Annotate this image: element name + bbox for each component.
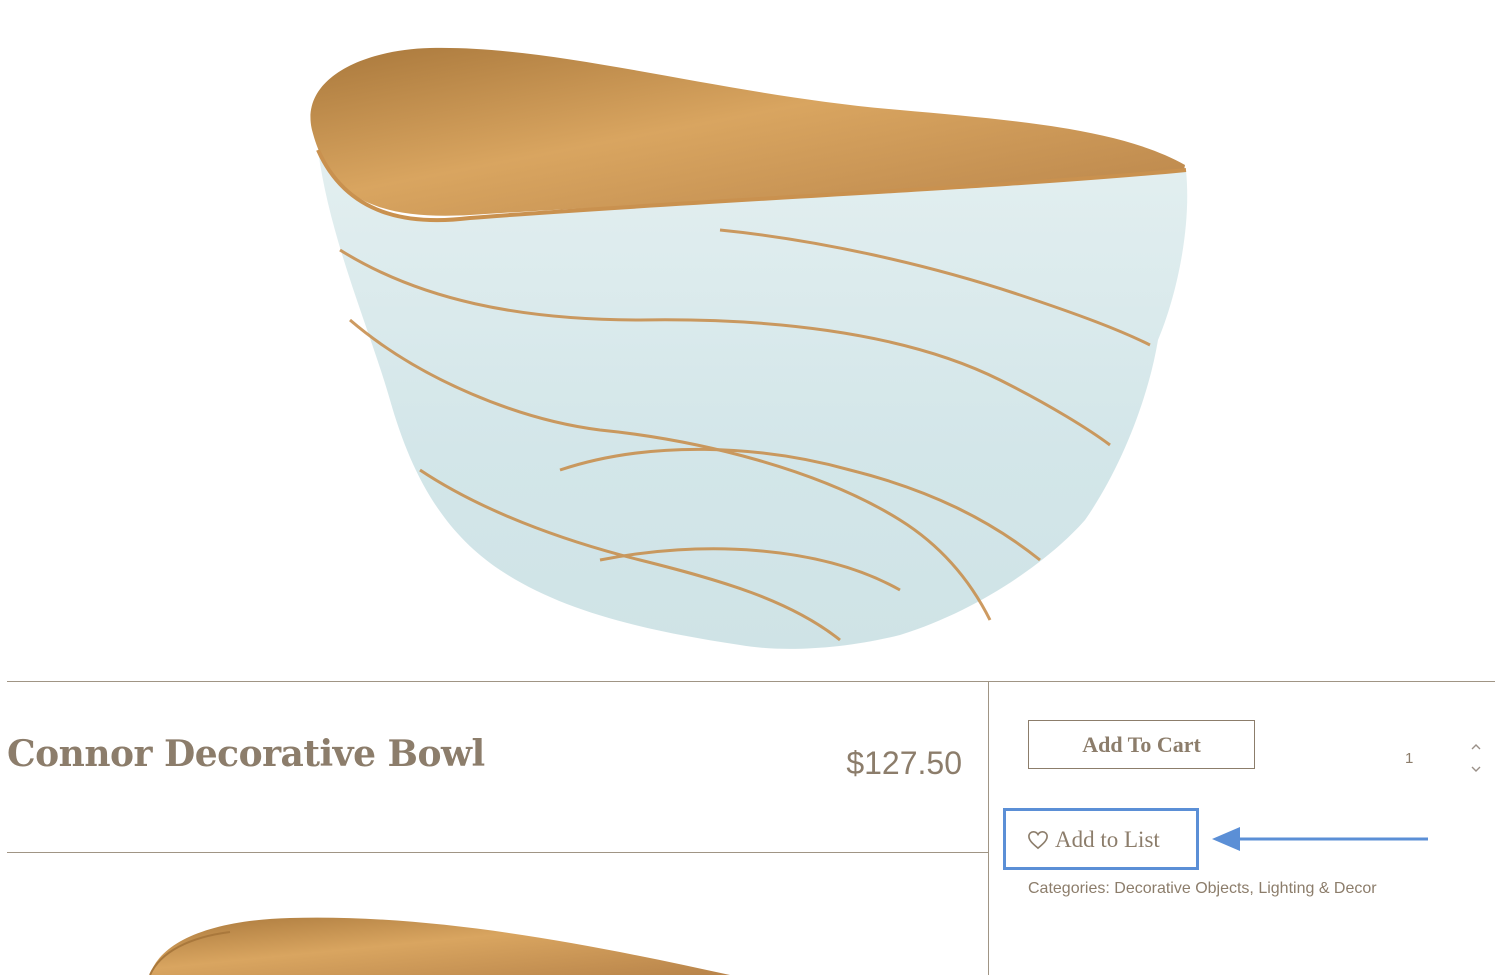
add-to-cart-button[interactable]: Add To Cart [1028,720,1255,769]
chevron-up-icon [1471,744,1481,750]
quantity-stepper[interactable] [1468,742,1484,774]
bowl-illustration [310,47,1188,649]
secondary-product-image [130,912,750,976]
product-hero-image [0,0,1500,680]
quantity-value[interactable]: 1 [1405,750,1413,767]
left-bottom-divider [7,852,988,853]
product-title: Connor Decorative Bowl [7,733,485,775]
chevron-down-icon [1471,766,1481,772]
arrow-icon [1212,827,1428,851]
column-divider [988,681,989,975]
product-categories: Categories: Decorative Objects, Lighting… [1028,880,1377,897]
top-divider [7,681,1495,682]
product-price: $127.50 [846,745,962,781]
highlight-box [1003,808,1199,870]
